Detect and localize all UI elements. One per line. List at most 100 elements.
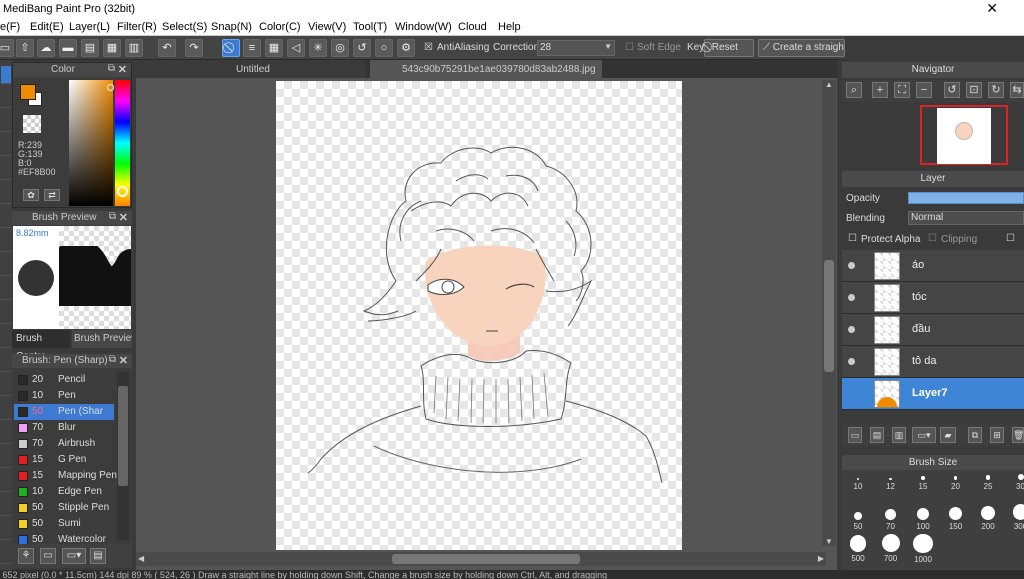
eraser-tool-icon[interactable] — [1, 90, 11, 108]
brush-item[interactable]: 50 Pen (Shar — [14, 404, 114, 420]
fill-tool-icon[interactable] — [1, 186, 11, 204]
zoom-out-icon[interactable]: − — [916, 82, 932, 98]
protect-alpha-checkbox[interactable]: ☐ — [848, 233, 857, 244]
palette-icon[interactable]: ✿ — [23, 189, 39, 201]
brush-size-option[interactable]: 20 — [940, 462, 972, 492]
dropper-tool-icon[interactable] — [1, 282, 11, 300]
brush-size-option[interactable]: 100 — [907, 502, 939, 532]
brush-size-option[interactable]: 700 — [875, 534, 907, 564]
redo-icon[interactable]: ↷ — [185, 39, 203, 57]
canvas-vertical-scrollbar[interactable]: ▲ ▼ — [822, 80, 836, 546]
menu-window[interactable]: Window(W) — [395, 21, 452, 33]
hand-tool-icon[interactable] — [1, 450, 11, 468]
scroll-down-icon[interactable]: ▼ — [825, 537, 833, 546]
brush-size-option[interactable]: 300 — [1005, 502, 1024, 532]
brush-item[interactable]: 70 Blur — [14, 420, 114, 436]
float-icon[interactable]: ⧉ — [109, 211, 116, 222]
brush-item[interactable]: 50 Sumi — [14, 516, 114, 532]
brush-size-option[interactable]: 25 — [972, 462, 1004, 492]
flip-icon[interactable]: ⇆ — [1010, 82, 1024, 98]
vertical-scroll-thumb[interactable] — [824, 260, 834, 372]
eye-icon[interactable] — [848, 294, 855, 301]
color-picker-cursor[interactable] — [107, 84, 114, 91]
perspective-snap-icon[interactable]: ◁ — [287, 39, 305, 57]
menu-filter[interactable]: Filter(R) — [117, 21, 157, 33]
primary-color-swatch[interactable] — [20, 84, 36, 100]
float-icon[interactable]: ⧉ — [108, 63, 115, 74]
wand-tool-icon[interactable] — [1, 330, 11, 348]
brush-item[interactable]: 15 G Pen — [14, 452, 114, 468]
text-tool-icon[interactable] — [1, 258, 11, 276]
zoom-tool-icon[interactable] — [1, 474, 11, 492]
comment-icon[interactable]: ☁ — [37, 39, 55, 57]
dot-tool-icon[interactable] — [1, 522, 11, 540]
tab-brush-control[interactable]: Brush Contro — [12, 330, 70, 362]
curve-snap-icon[interactable]: ↺ — [353, 39, 371, 57]
radial-snap-icon[interactable]: ✳ — [309, 39, 327, 57]
brush-tool-icon[interactable] — [1, 66, 11, 84]
page-icon[interactable]: ▤ — [81, 39, 99, 57]
horizontal-scroll-thumb[interactable] — [392, 554, 580, 564]
correction-select[interactable]: 28 ▼ — [537, 40, 615, 56]
menu-tool[interactable]: Tool(T) — [353, 21, 387, 33]
pages-icon[interactable]: ▦ — [103, 39, 121, 57]
clipping-checkbox[interactable]: ☐ — [928, 233, 937, 244]
hue-slider[interactable] — [115, 80, 130, 206]
brush-item[interactable]: 10 Pen — [14, 388, 114, 404]
brush-size-option[interactable]: 200 — [972, 502, 1004, 532]
duplicate-layer-icon[interactable]: ⧉ — [968, 427, 982, 443]
menu-select[interactable]: Select(S) — [162, 21, 207, 33]
rotate-tool-icon[interactable] — [1, 498, 11, 516]
menu-view[interactable]: View(V) — [308, 21, 346, 33]
close-icon[interactable]: ✕ — [986, 0, 998, 17]
brush-size-option[interactable]: 150 — [940, 502, 972, 532]
new-brush-icon[interactable]: ▭ — [40, 548, 56, 564]
circle-snap-icon[interactable]: ○ — [375, 39, 393, 57]
canvas-horizontal-scrollbar[interactable]: ◀ ▶ — [136, 552, 826, 566]
brush-size-option[interactable]: 1000 — [907, 534, 939, 564]
move-tool-icon[interactable] — [1, 162, 11, 180]
merge-layer-icon[interactable]: ⊞ — [990, 427, 1004, 443]
layer-row[interactable]: đầu — [842, 314, 1024, 346]
settings-icon[interactable]: ⚙ — [397, 39, 415, 57]
soft-edge-checkbox[interactable]: ☐ — [625, 42, 634, 53]
brush-item[interactable]: 50 Stipple Pen — [14, 500, 114, 516]
menu-snap[interactable]: Snap(N) — [211, 21, 252, 33]
add-brush-icon[interactable]: ⚘ — [18, 548, 34, 564]
antialiasing-checkbox[interactable]: ☒ — [424, 42, 433, 53]
brush-item[interactable]: 15 Mapping Pen — [14, 468, 117, 484]
hue-slider-handle[interactable] — [117, 186, 128, 197]
layer-add-menu-icon[interactable]: ▭▾ — [912, 427, 936, 443]
scroll-up-icon[interactable]: ▲ — [825, 80, 833, 89]
scroll-right-icon[interactable]: ▶ — [818, 554, 824, 563]
menu-help[interactable]: Help — [498, 21, 521, 33]
create-straight-button[interactable]: ⟋ Create a straight — [758, 39, 845, 57]
brush-size-option[interactable]: 15 — [907, 462, 939, 492]
select-tool-icon[interactable] — [1, 114, 11, 132]
undo-icon[interactable]: ↶ — [158, 39, 176, 57]
fit-icon[interactable]: ⛶ — [894, 82, 910, 98]
opacity-slider[interactable] — [908, 192, 1024, 204]
brush-size-option[interactable]: 30 — [1005, 462, 1024, 492]
brush-item[interactable]: 10 Edge Pen — [14, 484, 114, 500]
new-layer-icon[interactable]: ▭ — [848, 427, 862, 443]
zoom-icon[interactable]: ⌕ — [846, 82, 862, 98]
rotate-right-icon[interactable]: ↻ — [988, 82, 1004, 98]
delete-layer-icon[interactable]: 🗑 — [1012, 427, 1024, 443]
blending-select[interactable]: Normal — [908, 211, 1024, 225]
concentric-snap-icon[interactable]: ◎ — [331, 39, 349, 57]
chat-icon[interactable]: ▬ — [59, 39, 77, 57]
new-halftone-layer-icon[interactable]: ▤ — [870, 427, 884, 443]
brush-size-option[interactable]: 12 — [875, 462, 907, 492]
reset-view-icon[interactable]: ⊡ — [966, 82, 982, 98]
float-icon[interactable]: ⧉ — [109, 354, 116, 365]
document-canvas[interactable] — [276, 81, 682, 550]
brush-size-option[interactable]: 500 — [842, 534, 874, 564]
zoom-in-icon[interactable]: + — [872, 82, 888, 98]
menu-color[interactable]: Color(C) — [259, 21, 301, 33]
blend-tool-icon[interactable] — [1, 378, 11, 396]
new-8bit-layer-icon[interactable]: ▥ — [892, 427, 906, 443]
parallel-snap-icon[interactable]: ≡ — [243, 39, 261, 57]
tab-file[interactable]: 543c90b75291be1ae039780d83ab2488.jpg — [370, 60, 602, 78]
brush-list-scroll-thumb[interactable] — [118, 386, 128, 486]
